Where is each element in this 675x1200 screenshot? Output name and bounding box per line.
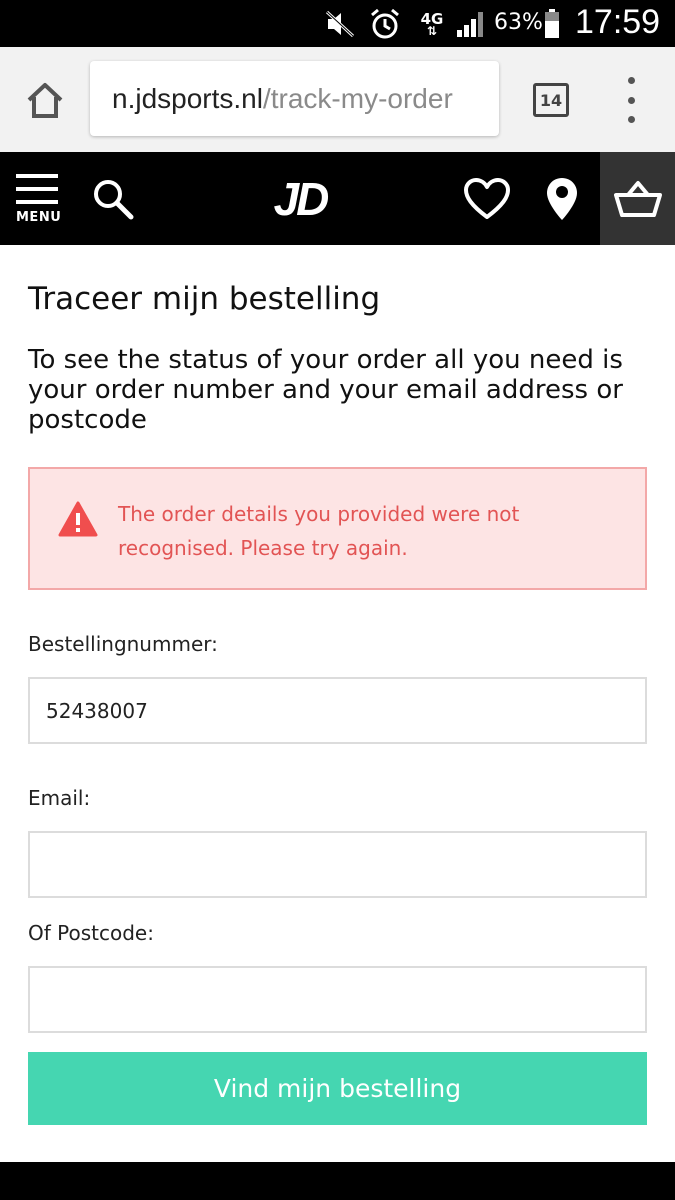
site-header: MENU JD [0, 152, 675, 245]
clock: 17:59 [575, 3, 661, 41]
tab-count: 14 [539, 90, 563, 110]
mute-icon [322, 8, 358, 40]
tabs-icon[interactable]: 14 [533, 83, 569, 117]
email-input[interactable] [28, 831, 647, 898]
email-label: Email: [28, 786, 91, 810]
heart-icon[interactable] [462, 174, 512, 224]
basket-icon [613, 180, 662, 217]
overflow-menu-icon[interactable] [616, 77, 646, 123]
intro-text: To see the status of your order all you … [28, 345, 623, 435]
signal-icon [452, 8, 490, 40]
data-arrows-icon: ⇅ [426, 24, 438, 38]
browser-toolbar: n.jdsports.nl/track-my-order 14 [0, 47, 675, 152]
home-icon[interactable] [20, 75, 70, 125]
page-title: Traceer mijn bestelling [28, 281, 381, 317]
url-path: /track-my-order [262, 82, 453, 114]
alarm-icon [367, 8, 403, 40]
menu-button[interactable]: MENU [16, 174, 62, 230]
footer-bar [0, 1162, 675, 1200]
battery-icon [540, 8, 564, 40]
network-4g-icon: 4G ⇅ [414, 8, 450, 40]
status-bar: 4G ⇅ 63% 17:59 [0, 0, 675, 47]
postcode-label: Of Postcode: [28, 921, 154, 945]
jd-logo[interactable]: JD [262, 173, 338, 225]
order-number-input[interactable] [28, 677, 647, 744]
warning-icon [58, 501, 98, 541]
hamburger-line [16, 200, 58, 204]
location-pin-icon[interactable] [537, 174, 587, 224]
hamburger-icon [16, 174, 58, 178]
hamburger-line [16, 187, 58, 191]
find-order-button[interactable]: Vind mijn bestelling [28, 1052, 647, 1125]
postcode-input[interactable] [28, 966, 647, 1033]
battery-percent: 63% [494, 10, 543, 35]
error-message: The order details you provided were not … [118, 502, 520, 560]
order-number-label: Bestellingnummer: [28, 632, 218, 656]
search-icon[interactable] [88, 174, 138, 224]
menu-label: MENU [16, 210, 62, 225]
basket-button[interactable] [600, 152, 675, 245]
address-bar[interactable]: n.jdsports.nl/track-my-order [90, 61, 499, 136]
error-alert: The order details you provided were not … [28, 467, 647, 590]
url-host: n.jdsports.nl [112, 82, 263, 114]
